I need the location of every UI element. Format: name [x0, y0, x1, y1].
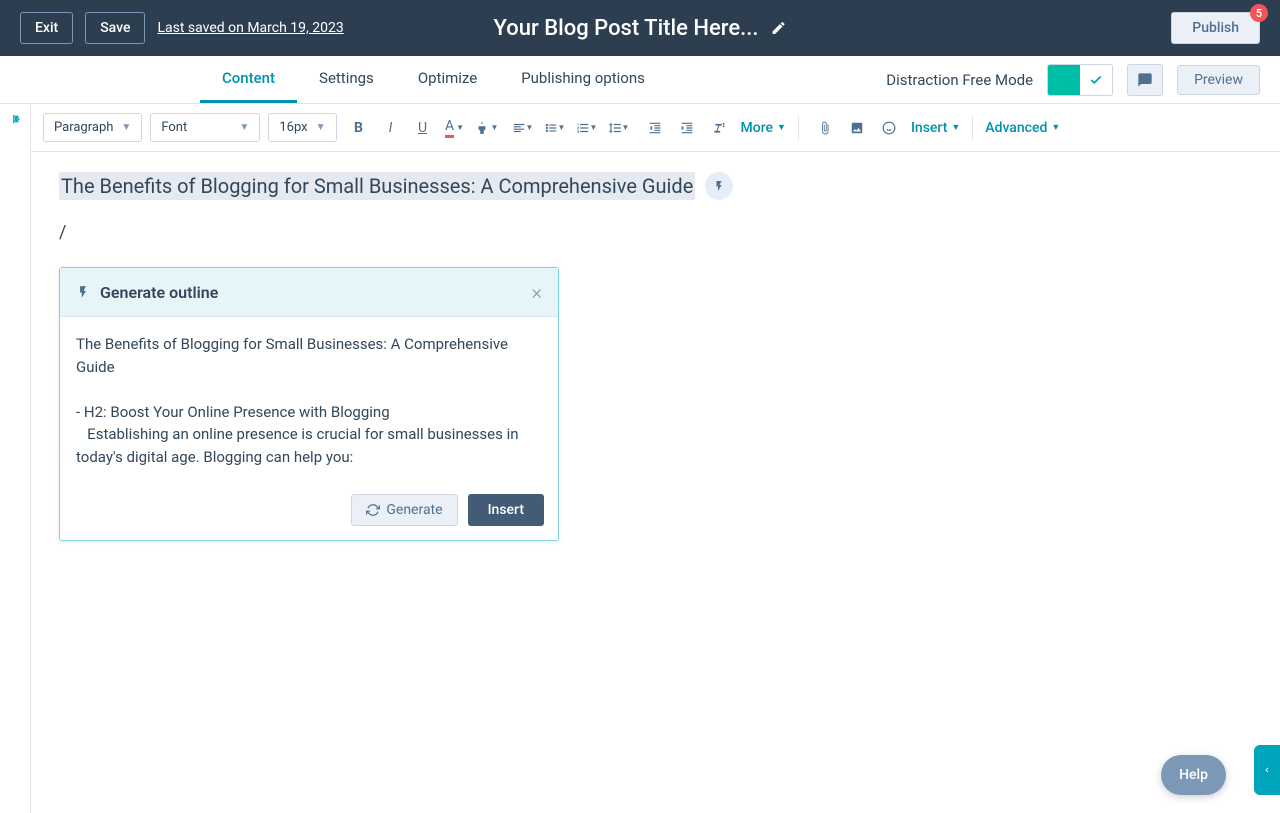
outline-h2-desc: Establishing an online presence is cruci… — [76, 423, 542, 468]
insert-label: Insert — [911, 120, 947, 136]
paragraph-label: Paragraph — [54, 120, 113, 135]
close-icon[interactable]: × — [532, 280, 542, 304]
insert-icons — [811, 114, 903, 142]
attachment-icon[interactable] — [811, 114, 839, 142]
bolt-icon[interactable] — [705, 172, 733, 200]
more-dropdown[interactable]: More▼ — [741, 120, 786, 136]
outline-header: Generate outline × — [60, 268, 558, 317]
tab-bar: Content Settings Optimize Publishing opt… — [0, 56, 1280, 104]
font-label: Font — [161, 120, 187, 135]
numbered-list-button[interactable]: ▼ — [573, 114, 601, 142]
outline-header-left: Generate outline — [76, 283, 218, 302]
outline-h2-line: - H2: Boost Your Online Presence with Bl… — [76, 401, 542, 424]
size-dropdown[interactable]: 16px▼ — [268, 113, 336, 142]
tab-right-controls: Distraction Free Mode Preview — [886, 64, 1260, 96]
italic-button[interactable]: I — [377, 114, 405, 142]
bolt-icon — [76, 285, 90, 299]
outdent-button[interactable] — [641, 114, 669, 142]
comment-icon-button[interactable] — [1127, 64, 1163, 96]
indent-button[interactable] — [673, 114, 701, 142]
paragraph-dropdown[interactable]: Paragraph▼ — [43, 113, 142, 142]
size-label: 16px — [279, 120, 307, 135]
drawer-toggle[interactable] — [1254, 745, 1280, 795]
last-saved-link[interactable]: Last saved on March 19, 2023 — [157, 20, 343, 36]
text-color-button[interactable]: A▼ — [441, 114, 469, 142]
insert-button[interactable]: Insert — [468, 494, 544, 526]
save-button[interactable]: Save — [85, 12, 145, 44]
outline-actions: Generate Insert — [60, 484, 558, 540]
indent-buttons — [641, 114, 733, 142]
heading-row: The Benefits of Blogging for Small Busin… — [59, 172, 1252, 200]
underline-button[interactable]: U — [409, 114, 437, 142]
tab-settings[interactable]: Settings — [297, 56, 396, 103]
advanced-label: Advanced — [985, 120, 1047, 136]
align-buttons: ▼ ▼ ▼ ▼ — [509, 114, 633, 142]
pencil-icon[interactable] — [770, 20, 786, 36]
publish-button[interactable]: Publish — [1171, 12, 1260, 44]
more-label: More — [741, 120, 774, 136]
editor-content[interactable]: The Benefits of Blogging for Small Busin… — [31, 152, 1280, 813]
tab-publishing[interactable]: Publishing options — [499, 56, 667, 103]
line-height-button[interactable]: ▼ — [605, 114, 633, 142]
generate-outline-card: Generate outline × The Benefits of Blogg… — [59, 267, 559, 541]
generate-button[interactable]: Generate — [351, 494, 457, 526]
title-group: Your Blog Post Title Here... — [494, 16, 787, 41]
advanced-dropdown[interactable]: Advanced▼ — [985, 120, 1060, 136]
exit-button[interactable]: Exit — [20, 12, 73, 44]
post-heading[interactable]: The Benefits of Blogging for Small Busin… — [59, 172, 695, 200]
toggle-on-segment[interactable] — [1048, 65, 1080, 95]
image-icon[interactable] — [843, 114, 871, 142]
help-button[interactable]: Help — [1161, 755, 1226, 795]
font-dropdown[interactable]: Font▼ — [150, 113, 260, 142]
outline-body: The Benefits of Blogging for Small Busin… — [60, 317, 558, 484]
generate-label: Generate — [386, 502, 442, 518]
tab-content[interactable]: Content — [200, 56, 297, 103]
tabs-group: Content Settings Optimize Publishing opt… — [200, 56, 667, 103]
top-bar: Exit Save Last saved on March 19, 2023 Y… — [0, 0, 1280, 56]
publish-wrapper: Publish 5 — [1171, 12, 1260, 44]
bold-button[interactable]: B — [345, 114, 373, 142]
clear-format-button[interactable] — [705, 114, 733, 142]
separator — [972, 116, 973, 140]
editor-toolbar: Paragraph▼ Font▼ 16px▼ B I U A▼ ▼ ▼ ▼ — [31, 104, 1280, 152]
top-right-group: Publish 5 — [1171, 12, 1260, 44]
tab-optimize[interactable]: Optimize — [396, 56, 499, 103]
slash-command[interactable]: / — [59, 222, 1252, 243]
align-button[interactable]: ▼ — [509, 114, 537, 142]
page-title: Your Blog Post Title Here... — [494, 16, 759, 41]
distraction-free-label: Distraction Free Mode — [886, 71, 1033, 89]
outline-body-title: The Benefits of Blogging for Small Busin… — [76, 333, 542, 378]
distraction-free-toggle[interactable] — [1047, 64, 1113, 96]
insert-dropdown[interactable]: Insert▼ — [911, 120, 960, 136]
top-left-group: Exit Save Last saved on March 19, 2023 — [20, 12, 344, 44]
toggle-off-segment[interactable] — [1080, 65, 1112, 95]
separator — [798, 116, 799, 140]
notification-badge: 5 — [1250, 4, 1268, 22]
emoji-icon[interactable] — [875, 114, 903, 142]
format-buttons: B I U A▼ ▼ — [345, 114, 501, 142]
outline-title: Generate outline — [100, 283, 218, 302]
highlight-button[interactable]: ▼ — [473, 114, 501, 142]
preview-button[interactable]: Preview — [1177, 65, 1260, 95]
expand-sidebar-button[interactable] — [0, 104, 31, 813]
bullet-list-button[interactable]: ▼ — [541, 114, 569, 142]
